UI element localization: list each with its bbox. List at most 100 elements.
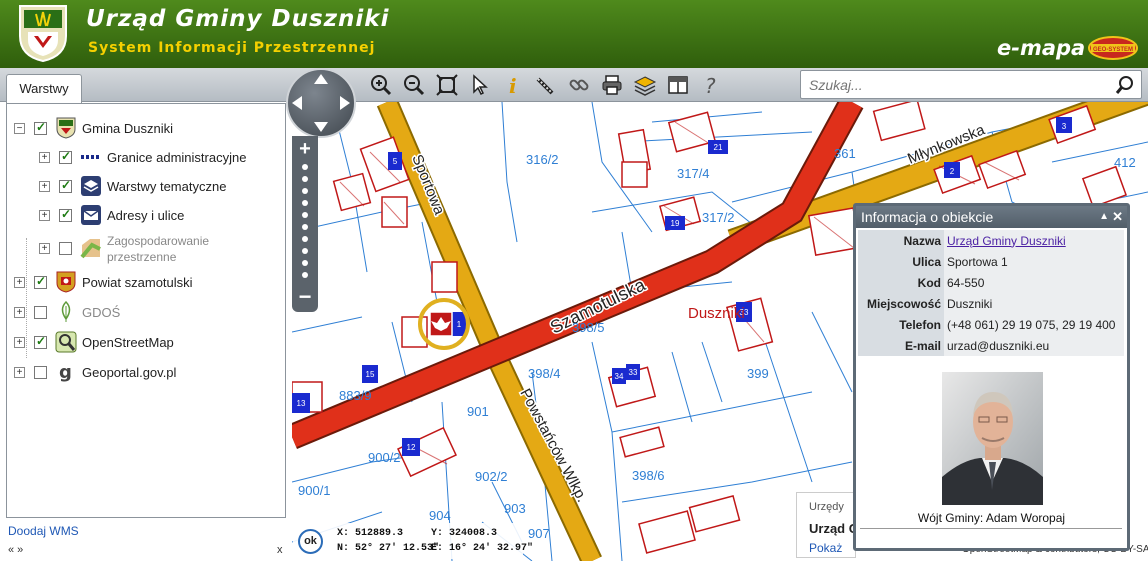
boundary-icon: [80, 146, 102, 168]
full-extent-tool[interactable]: [432, 70, 461, 99]
pan-control[interactable]: [286, 68, 356, 138]
print-tool[interactable]: [597, 70, 626, 99]
zoom-level-dot[interactable]: [302, 200, 308, 206]
zoom-in-button[interactable]: +: [297, 138, 313, 161]
county-crest-icon: [55, 271, 77, 293]
expand-icon[interactable]: +: [39, 243, 50, 254]
zoom-in-tool[interactable]: [366, 70, 395, 99]
layer-checkbox[interactable]: [59, 242, 72, 255]
zoom-out-tool[interactable]: [399, 70, 428, 99]
mayor-photo: [942, 372, 1043, 505]
pointer-icon: [472, 73, 488, 95]
zoom-level-dot[interactable]: [302, 236, 308, 242]
expand-icon[interactable]: +: [39, 151, 50, 163]
zoom-level-dot[interactable]: [302, 188, 308, 194]
link-icon: [569, 79, 588, 90]
building-number: 13: [297, 399, 306, 408]
search-input[interactable]: [809, 75, 1109, 95]
layer-powiat-szamotulski[interactable]: + Powiat szamotulski: [14, 271, 193, 293]
card-show-link[interactable]: Pokaż: [809, 541, 842, 555]
parcel-label: 900/2: [368, 450, 401, 465]
building-number: 5: [393, 157, 398, 166]
info-name-link[interactable]: Urząd Gminy Duszniki: [947, 234, 1066, 248]
coordinate-ok-button[interactable]: ok: [298, 529, 323, 554]
layer-checkbox[interactable]: [34, 120, 47, 135]
measure-tool[interactable]: [531, 70, 560, 99]
expand-icon[interactable]: +: [39, 209, 50, 221]
info-tool[interactable]: i: [498, 70, 527, 99]
zoom-level-dot[interactable]: [302, 212, 308, 218]
layer-label: Zagospodarowanie przestrzenne: [107, 234, 210, 264]
layer-geoportal[interactable]: + g Geoportal.gov.pl: [14, 361, 176, 383]
pan-right-icon: [340, 96, 350, 110]
collapse-icon[interactable]: −: [14, 122, 25, 134]
parcel-label: 902/2: [475, 469, 508, 484]
layer-checkbox[interactable]: [34, 334, 47, 349]
info-popup-header[interactable]: Informacja o obiekcie ▲ ✕: [856, 206, 1127, 228]
parcel-label: 900/1: [298, 483, 331, 498]
building-number: 2: [950, 167, 955, 176]
parcel-label: 904: [429, 508, 451, 523]
zoom-out-button[interactable]: −: [297, 284, 313, 310]
tab-layers[interactable]: Warstwy: [6, 74, 82, 104]
zoom-level-dot[interactable]: [302, 164, 308, 170]
info-scrollbar[interactable]: [860, 528, 1122, 529]
info-key: Telefon: [858, 314, 944, 335]
building-number: 3: [1062, 122, 1067, 131]
info-row: Kod 64-550: [858, 272, 1124, 293]
brand-logo: e-mapa: [997, 36, 1086, 60]
layer-openstreetmap[interactable]: + OpenStreetMap: [14, 331, 174, 353]
layer-warstwy-tematyczne[interactable]: + Warstwy tematyczne: [39, 175, 226, 197]
info-row: Nazwa Urząd Gminy Duszniki: [858, 230, 1124, 251]
photo-caption: Wójt Gminy: Adam Woropaj: [917, 511, 1066, 525]
expand-icon[interactable]: +: [39, 180, 50, 192]
layer-granice-administracyjne[interactable]: + Granice administracyjne: [39, 146, 246, 168]
app-title: Urząd Gminy Duszniki: [86, 6, 390, 32]
app-subtitle: System Informacji Przestrzennej: [88, 40, 376, 56]
zoom-level-dot[interactable]: [302, 224, 308, 230]
zoom-in-icon: [370, 74, 391, 95]
coord-e: E: 16° 24' 32.97": [431, 543, 534, 554]
zoom-level-dot[interactable]: [302, 248, 308, 254]
layer-label: OpenStreetMap: [82, 334, 174, 350]
layer-gdos[interactable]: + GDOŚ: [14, 301, 120, 323]
expand-icon[interactable]: +: [14, 306, 25, 318]
layer-checkbox[interactable]: [34, 305, 47, 319]
info-key: Kod: [858, 272, 944, 293]
layers-tool[interactable]: [630, 70, 659, 99]
building-number: 15: [366, 370, 375, 379]
zoom-level-dot[interactable]: [302, 260, 308, 266]
zoom-slider[interactable]: + −: [292, 136, 318, 312]
zoom-level-dot[interactable]: [302, 272, 308, 278]
building-number: 34: [615, 372, 624, 381]
layer-gmina-duszniki[interactable]: − Gmina Duszniki: [14, 117, 173, 139]
expand-icon[interactable]: +: [14, 366, 25, 378]
search-icon[interactable]: [1115, 75, 1135, 95]
layer-zagospodarowanie[interactable]: + Zagospodarowanie przestrzenne: [39, 233, 237, 265]
info-value: Sportowa 1: [944, 251, 1124, 272]
pan-up-icon: [314, 74, 328, 84]
expand-icon[interactable]: +: [14, 336, 25, 348]
add-wms-link[interactable]: Doodaj WMS: [8, 524, 79, 538]
panel-close-button[interactable]: x: [277, 544, 283, 556]
help-tool[interactable]: ?: [696, 70, 725, 99]
layer-checkbox[interactable]: [59, 149, 72, 164]
parcel-label: 903: [504, 501, 526, 516]
pointer-tool[interactable]: [465, 70, 494, 99]
minimize-icon[interactable]: ▲: [1099, 206, 1109, 228]
full-extent-icon: [435, 73, 458, 96]
zoom-level-dot[interactable]: [302, 176, 308, 182]
layer-adresy-i-ulice[interactable]: + Adresy i ulice: [39, 204, 184, 226]
address-envelope-icon: [80, 204, 102, 226]
info-table: Nazwa Urząd Gminy Duszniki Ulica Sportow…: [858, 230, 1124, 356]
layer-checkbox[interactable]: [59, 207, 72, 222]
expand-icon[interactable]: +: [14, 276, 25, 288]
layer-checkbox[interactable]: [59, 178, 72, 193]
layer-checkbox[interactable]: [34, 365, 47, 379]
panel-collapse-button[interactable]: « »: [8, 544, 23, 556]
close-icon[interactable]: ✕: [1112, 206, 1123, 228]
link-tool[interactable]: [564, 70, 593, 99]
layout-tool[interactable]: [663, 70, 692, 99]
layout-icon: [667, 75, 688, 94]
layer-checkbox[interactable]: [34, 274, 47, 289]
